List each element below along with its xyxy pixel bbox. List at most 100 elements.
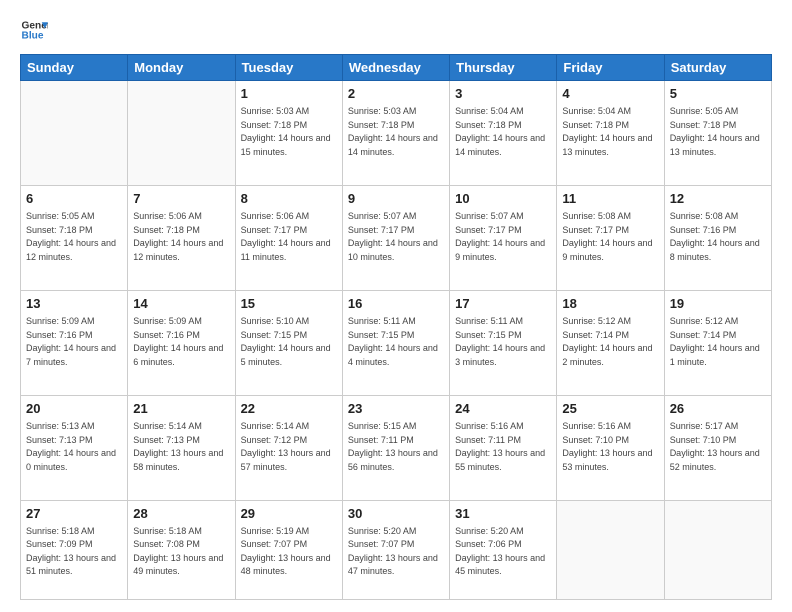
weekday-header-row: SundayMondayTuesdayWednesdayThursdayFrid… xyxy=(21,55,772,81)
calendar-cell: 28 Sunrise: 5:18 AMSunset: 7:08 PMDayligh… xyxy=(128,500,235,599)
calendar-cell: 29 Sunrise: 5:19 AMSunset: 7:07 PMDayligh… xyxy=(235,500,342,599)
day-info: Sunrise: 5:20 AMSunset: 7:07 PMDaylight:… xyxy=(348,525,444,579)
day-number: 24 xyxy=(455,400,551,418)
calendar-cell xyxy=(128,81,235,186)
day-info: Sunrise: 5:03 AMSunset: 7:18 PMDaylight:… xyxy=(348,105,444,159)
day-info: Sunrise: 5:15 AMSunset: 7:11 PMDaylight:… xyxy=(348,420,444,474)
day-info: Sunrise: 5:18 AMSunset: 7:08 PMDaylight:… xyxy=(133,525,229,579)
day-number: 30 xyxy=(348,505,444,523)
day-number: 7 xyxy=(133,190,229,208)
calendar-cell: 27 Sunrise: 5:18 AMSunset: 7:09 PMDayligh… xyxy=(21,500,128,599)
weekday-header-thursday: Thursday xyxy=(450,55,557,81)
calendar-cell: 8 Sunrise: 5:06 AMSunset: 7:17 PMDaylight… xyxy=(235,185,342,290)
calendar-cell: 10Sunrise: 5:07 AMSunset: 7:17 PMDayligh… xyxy=(450,185,557,290)
day-number: 19 xyxy=(670,295,766,313)
weekday-header-friday: Friday xyxy=(557,55,664,81)
day-number: 28 xyxy=(133,505,229,523)
calendar-cell: 26 Sunrise: 5:17 AMSunset: 7:10 PMDayligh… xyxy=(664,395,771,500)
day-number: 20 xyxy=(26,400,122,418)
day-number: 9 xyxy=(348,190,444,208)
day-info: Sunrise: 5:05 AMSunset: 7:18 PMDaylight:… xyxy=(26,210,122,264)
weekday-header-monday: Monday xyxy=(128,55,235,81)
svg-text:Blue: Blue xyxy=(22,31,44,42)
day-info: Sunrise: 5:08 AMSunset: 7:16 PMDaylight:… xyxy=(670,210,766,264)
day-info: Sunrise: 5:18 AMSunset: 7:09 PMDaylight:… xyxy=(26,525,122,579)
calendar-week-row: 13Sunrise: 5:09 AMSunset: 7:16 PMDayligh… xyxy=(21,290,772,395)
day-info: Sunrise: 5:09 AMSunset: 7:16 PMDaylight:… xyxy=(133,315,229,369)
calendar-cell: 16Sunrise: 5:11 AMSunset: 7:15 PMDayligh… xyxy=(342,290,449,395)
day-number: 10 xyxy=(455,190,551,208)
calendar-cell: 21 Sunrise: 5:14 AMSunset: 7:13 PMDayligh… xyxy=(128,395,235,500)
day-info: Sunrise: 5:13 AMSunset: 7:13 PMDaylight:… xyxy=(26,420,122,474)
day-number: 3 xyxy=(455,85,551,103)
calendar-cell: 19 Sunrise: 5:12 AMSunset: 7:14 PMDayligh… xyxy=(664,290,771,395)
day-info: Sunrise: 5:07 AMSunset: 7:17 PMDaylight:… xyxy=(348,210,444,264)
day-info: Sunrise: 5:04 AMSunset: 7:18 PMDaylight:… xyxy=(562,105,658,159)
day-number: 8 xyxy=(241,190,337,208)
calendar-cell: 17Sunrise: 5:11 AMSunset: 7:15 PMDayligh… xyxy=(450,290,557,395)
calendar-cell: 25Sunrise: 5:16 AMSunset: 7:10 PMDayligh… xyxy=(557,395,664,500)
day-info: Sunrise: 5:12 AMSunset: 7:14 PMDaylight:… xyxy=(562,315,658,369)
calendar-week-row: 6 Sunrise: 5:05 AMSunset: 7:18 PMDaylight… xyxy=(21,185,772,290)
logo: General Blue xyxy=(20,16,48,44)
weekday-header-wednesday: Wednesday xyxy=(342,55,449,81)
day-info: Sunrise: 5:08 AMSunset: 7:17 PMDaylight:… xyxy=(562,210,658,264)
day-number: 15 xyxy=(241,295,337,313)
day-number: 26 xyxy=(670,400,766,418)
day-info: Sunrise: 5:16 AMSunset: 7:11 PMDaylight:… xyxy=(455,420,551,474)
calendar-cell: 6 Sunrise: 5:05 AMSunset: 7:18 PMDaylight… xyxy=(21,185,128,290)
day-number: 12 xyxy=(670,190,766,208)
day-number: 6 xyxy=(26,190,122,208)
calendar-cell: 5 Sunrise: 5:05 AMSunset: 7:18 PMDaylight… xyxy=(664,81,771,186)
day-number: 27 xyxy=(26,505,122,523)
day-info: Sunrise: 5:14 AMSunset: 7:12 PMDaylight:… xyxy=(241,420,337,474)
day-number: 14 xyxy=(133,295,229,313)
day-number: 31 xyxy=(455,505,551,523)
calendar-cell: 9 Sunrise: 5:07 AMSunset: 7:17 PMDaylight… xyxy=(342,185,449,290)
calendar-cell: 7 Sunrise: 5:06 AMSunset: 7:18 PMDaylight… xyxy=(128,185,235,290)
day-info: Sunrise: 5:12 AMSunset: 7:14 PMDaylight:… xyxy=(670,315,766,369)
header: General Blue xyxy=(20,16,772,44)
day-info: Sunrise: 5:14 AMSunset: 7:13 PMDaylight:… xyxy=(133,420,229,474)
day-info: Sunrise: 5:19 AMSunset: 7:07 PMDaylight:… xyxy=(241,525,337,579)
day-info: Sunrise: 5:06 AMSunset: 7:18 PMDaylight:… xyxy=(133,210,229,264)
day-info: Sunrise: 5:05 AMSunset: 7:18 PMDaylight:… xyxy=(670,105,766,159)
calendar-cell: 4 Sunrise: 5:04 AMSunset: 7:18 PMDaylight… xyxy=(557,81,664,186)
day-number: 22 xyxy=(241,400,337,418)
day-number: 18 xyxy=(562,295,658,313)
calendar-week-row: 20 Sunrise: 5:13 AMSunset: 7:13 PMDayligh… xyxy=(21,395,772,500)
calendar-cell: 31Sunrise: 5:20 AMSunset: 7:06 PMDayligh… xyxy=(450,500,557,599)
day-number: 21 xyxy=(133,400,229,418)
calendar-cell xyxy=(21,81,128,186)
calendar-cell: 13Sunrise: 5:09 AMSunset: 7:16 PMDayligh… xyxy=(21,290,128,395)
calendar-cell: 12 Sunrise: 5:08 AMSunset: 7:16 PMDayligh… xyxy=(664,185,771,290)
weekday-header-tuesday: Tuesday xyxy=(235,55,342,81)
calendar-cell: 15 Sunrise: 5:10 AMSunset: 7:15 PMDayligh… xyxy=(235,290,342,395)
calendar-cell xyxy=(557,500,664,599)
day-number: 4 xyxy=(562,85,658,103)
calendar-cell: 30 Sunrise: 5:20 AMSunset: 7:07 PMDayligh… xyxy=(342,500,449,599)
calendar-cell: 3 Sunrise: 5:04 AMSunset: 7:18 PMDaylight… xyxy=(450,81,557,186)
day-info: Sunrise: 5:10 AMSunset: 7:15 PMDaylight:… xyxy=(241,315,337,369)
day-info: Sunrise: 5:17 AMSunset: 7:10 PMDaylight:… xyxy=(670,420,766,474)
calendar-cell: 1 Sunrise: 5:03 AMSunset: 7:18 PMDaylight… xyxy=(235,81,342,186)
calendar-cell: 2Sunrise: 5:03 AMSunset: 7:18 PMDaylight… xyxy=(342,81,449,186)
calendar-cell: 11 Sunrise: 5:08 AMSunset: 7:17 PMDayligh… xyxy=(557,185,664,290)
logo-icon: General Blue xyxy=(20,16,48,44)
day-info: Sunrise: 5:04 AMSunset: 7:18 PMDaylight:… xyxy=(455,105,551,159)
calendar-cell: 22 Sunrise: 5:14 AMSunset: 7:12 PMDayligh… xyxy=(235,395,342,500)
calendar-cell: 20 Sunrise: 5:13 AMSunset: 7:13 PMDayligh… xyxy=(21,395,128,500)
day-number: 5 xyxy=(670,85,766,103)
day-info: Sunrise: 5:03 AMSunset: 7:18 PMDaylight:… xyxy=(241,105,337,159)
calendar-week-row: 27 Sunrise: 5:18 AMSunset: 7:09 PMDayligh… xyxy=(21,500,772,599)
weekday-header-sunday: Sunday xyxy=(21,55,128,81)
day-number: 17 xyxy=(455,295,551,313)
calendar-cell: 14 Sunrise: 5:09 AMSunset: 7:16 PMDayligh… xyxy=(128,290,235,395)
calendar-cell: 24 Sunrise: 5:16 AMSunset: 7:11 PMDayligh… xyxy=(450,395,557,500)
day-number: 29 xyxy=(241,505,337,523)
day-number: 11 xyxy=(562,190,658,208)
day-info: Sunrise: 5:06 AMSunset: 7:17 PMDaylight:… xyxy=(241,210,337,264)
day-number: 25 xyxy=(562,400,658,418)
day-number: 1 xyxy=(241,85,337,103)
day-info: Sunrise: 5:11 AMSunset: 7:15 PMDaylight:… xyxy=(348,315,444,369)
